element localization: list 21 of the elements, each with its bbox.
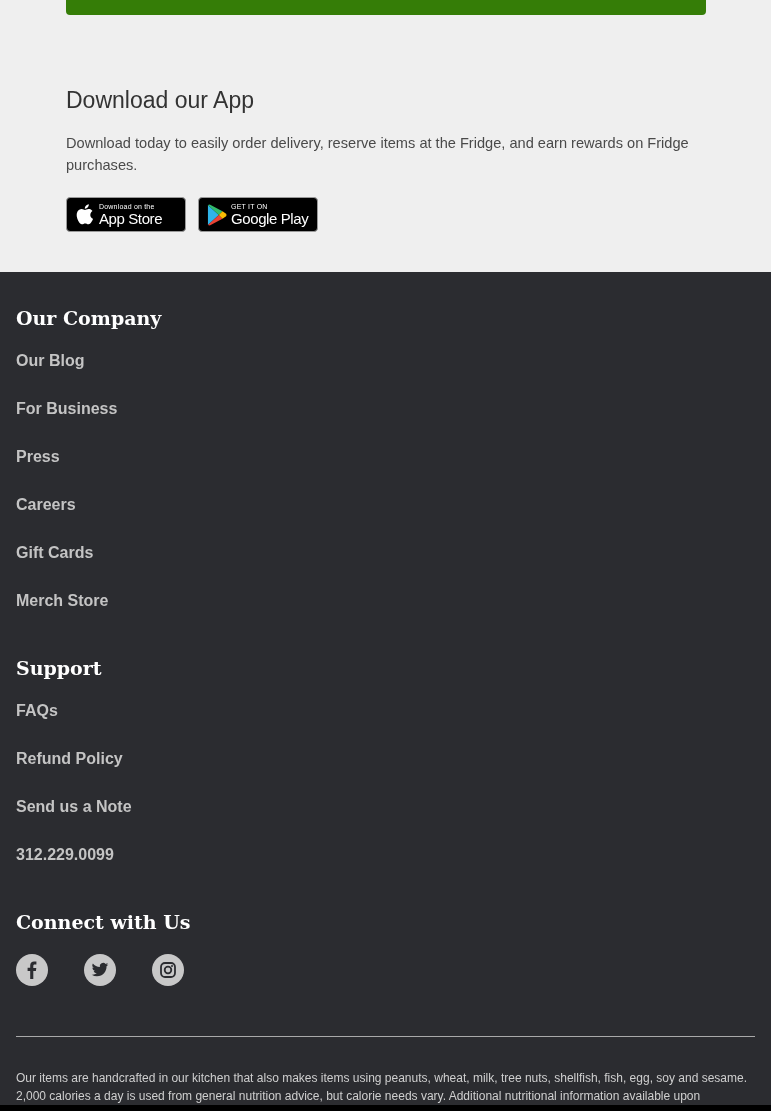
- footer-heading: Support: [16, 656, 102, 680]
- footer-link[interactable]: 312.229.0099: [16, 843, 114, 867]
- footer-link[interactable]: Send us a Note: [16, 795, 132, 819]
- facebook-icon[interactable]: [16, 954, 48, 986]
- app-description: Download today to easily order delivery, reserve items at the Fridge, and earn rewards on Fridge purchases.: [66, 134, 690, 175]
- footer-link[interactable]: Refund Policy: [16, 747, 123, 771]
- twitter-icon[interactable]: [84, 954, 116, 986]
- instagram-icon[interactable]: [152, 954, 184, 986]
- footer-link[interactable]: Merch Store: [16, 589, 109, 613]
- section-title: Download our App: [66, 86, 255, 114]
- footer-heading: Our Company: [16, 306, 162, 330]
- footer-heading: Connect with Us: [16, 910, 191, 934]
- footer-link[interactable]: For Business: [16, 397, 118, 421]
- footer-link[interactable]: Our Blog: [16, 349, 85, 373]
- footer-link[interactable]: Gift Cards: [16, 541, 94, 565]
- play-triangle-icon: [207, 203, 227, 226]
- footer-link[interactable]: FAQs: [16, 699, 58, 723]
- footer-link[interactable]: Careers: [16, 493, 76, 517]
- footer-link[interactable]: Press: [16, 445, 60, 469]
- allergen-disclaimer: Our items are handcrafted in our kitchen that also makes items using peanuts, wheat, milk, tree nuts, shellfish, fish, egg, soy and sesame. 2,000 calories a day is used from general nutrition advice, but calorie needs vary. Additional nutritional information available upon: [16, 1070, 749, 1105]
- apple-icon: [76, 204, 95, 225]
